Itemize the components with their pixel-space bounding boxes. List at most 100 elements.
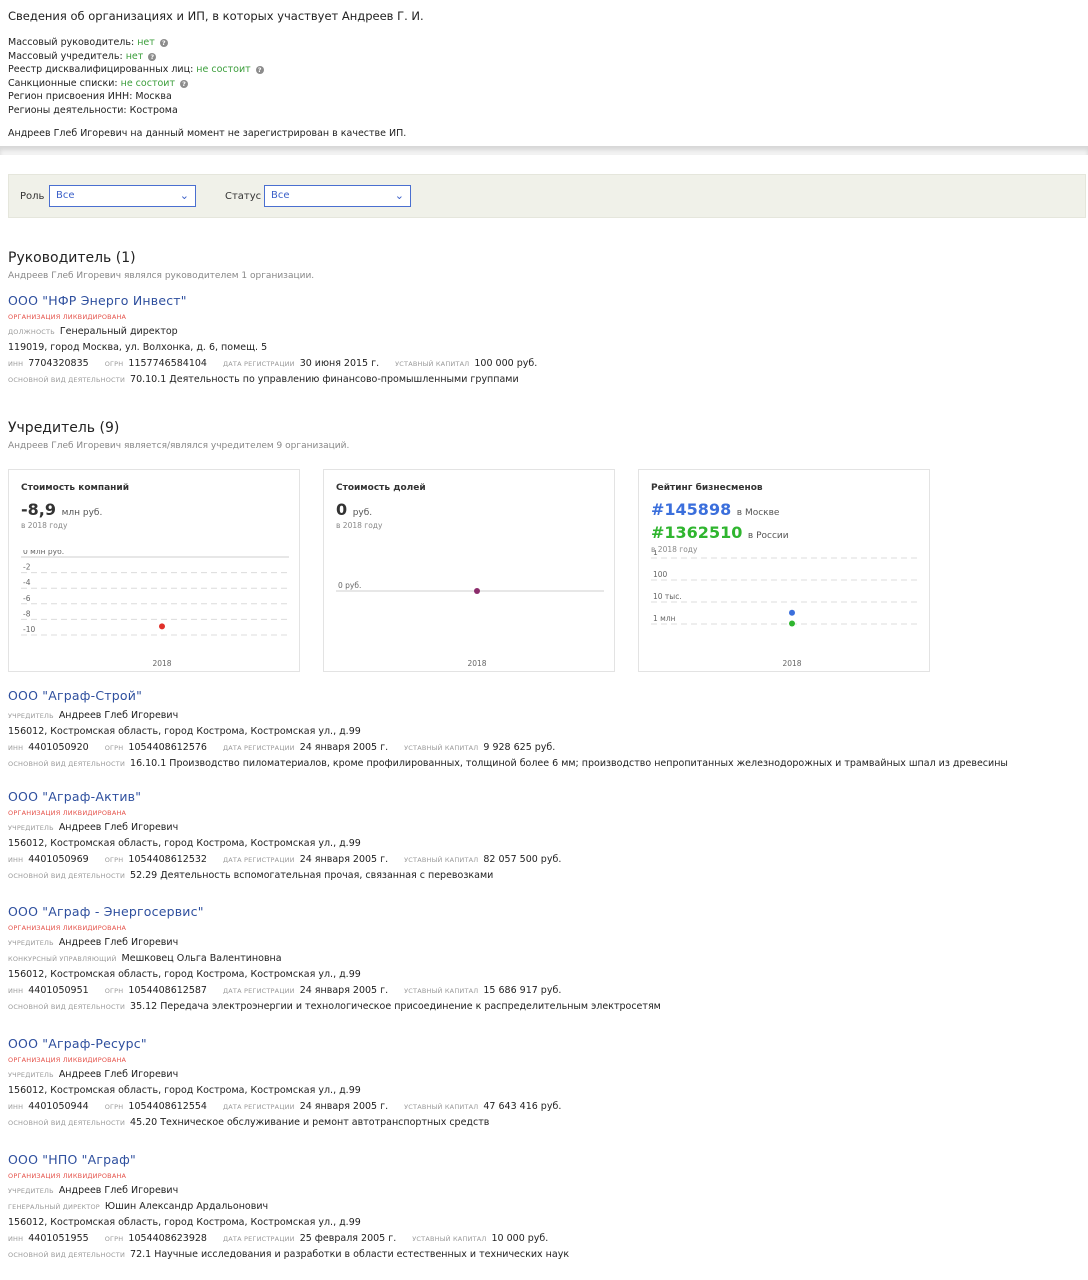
liquidated-badge: ОРГАНИЗАЦИЯ ЛИКВИДИРОВАНА [8,1172,127,1180]
org-card: ООО "НПО "Аграф" ОРГАНИЗАЦИЯ ЛИКВИДИРОВАН… [8,1152,569,1260]
rating-card: Рейтинг бизнесменов #145898 в Москве #13… [638,469,930,672]
tick-label: -4 [23,578,31,587]
liquidated-badge: ОРГАНИЗАЦИЯ ЛИКВИДИРОВАНА [8,1056,127,1064]
card-value: -8,9 млн руб. [21,500,103,519]
fact-value: не состоит [196,64,251,75]
fact-row: Санкционные списки: не состоит? [8,77,1080,91]
org-link[interactable]: ООО "НФР Энерго Инвест" [8,293,1080,308]
person-row: ГЕНЕРАЛЬНЫЙ ДИРЕКТОР Юшин Александр Ардал… [8,1201,269,1212]
requisites-row: ИНН 4401050969 ОГРН 1054408612532 ДАТА РЕГИС… [8,854,562,865]
founder-section-subtitle: Андреев Глеб Игоревич является/являлся у… [8,441,350,451]
org-card: ООО "Аграф-Строй" УЧРЕДИТЕЛЬ Андреев Глеб … [8,688,1008,769]
address-row: 156012, Костромская область, город Костр… [8,726,361,737]
data-point [159,623,165,630]
status-filter-label: Статус [225,191,262,202]
rating-moscow: #145898 в Москве [651,500,780,519]
founder-section: Учредитель (9) Андреев Глеб Игоревич явл… [8,420,1080,451]
facts-list: Массовый руководитель: нет? Массовый учре… [8,36,1080,117]
fact-value: нет [125,50,144,62]
requisites-row: ИНН 4401050920 ОГРН 1054408612576 ДАТА РЕГИС… [8,742,556,753]
help-icon[interactable]: ? [148,52,157,61]
org-card: ООО "Аграф-Ресурс" ОРГАНИЗАЦИЯ ЛИКВИДИРОВ… [8,1036,561,1128]
fact-row: Регионы деятельности: Кострома [8,104,178,116]
companies-value-card: Стоимость компаний -8,9 млн руб. в 2018 … [8,469,300,672]
help-icon[interactable]: ? [180,79,188,88]
manager-section-subtitle: Андреев Глеб Игоревич являлся руководите… [8,271,315,281]
fact-value: не состоит [120,77,175,89]
role-select[interactable]: Все ⌄ [49,185,196,207]
help-icon[interactable]: ? [159,39,168,47]
org-link[interactable]: ООО "Аграф-Строй" [8,688,1008,703]
x-tick-label: 2018 [467,659,486,668]
tick-label: -6 [23,594,31,603]
help-icon[interactable]: ? [255,66,264,74]
person-row: УЧРЕДИТЕЛЬ Андреев Глеб Игоревич [8,1185,179,1196]
tick-label: 1 млн [653,614,676,623]
requisites-row: ИНН 4401051955 ОГРН 1054408623928 ДАТА РЕГИС… [8,1233,549,1244]
card-value: 0 руб. [336,500,373,519]
activity-row: ОСНОВНОЙ ВИД ДЕЯТЕЛЬНОСТИ 52.29 Деятельно… [8,870,494,881]
person-row: УЧРЕДИТЕЛЬ Андреев Глеб Игоревич [8,822,179,833]
tick-label: 100 [653,570,668,579]
liquidated-badge: ОРГАНИЗАЦИЯ ЛИКВИДИРОВАНА [8,924,127,932]
companies-value-chart: 0 млн руб. -2 -4 -6 -8 -10 2018 [21,550,289,668]
requisites-row: ИНН 4401050951 ОГРН 1054408612587 ДАТА РЕГИС… [8,985,562,996]
shares-value-chart: 0 руб. 2018 [336,581,604,668]
org-link[interactable]: ООО "Аграф-Ресурс" [8,1036,561,1051]
card-title: Рейтинг бизнесменов [651,483,763,493]
role-select-value: Все [56,190,75,201]
tick-label: 0 руб. [338,581,361,590]
ip-note: Андреев Глеб Игоревич на данный момент н… [8,128,407,139]
person-summary: Сведения об организациях и ИП, в которых… [0,0,1088,146]
section-divider [0,146,1088,155]
requisites-row: ИНН 4401050944 ОГРН 1054408612554 ДАТА РЕГИС… [8,1101,562,1112]
tick-label: 10 тыс. [653,592,682,601]
status-select-value: Все [271,190,290,201]
activity-row: ОСНОВНОЙ ВИД ДЕЯТЕЛЬНОСТИ 70.10.1 Деятель… [8,374,519,385]
fact-row: Массовый руководитель: нет? [8,36,1080,50]
filter-bar: Роль Все ⌄ Статус Все ⌄ [8,174,1086,218]
manager-org: ООО "НФР Энерго Инвест" ОРГАНИЗАЦИЯ ЛИКВ… [8,293,1080,385]
person-row: УЧРЕДИТЕЛЬ Андреев Глеб Игоревич [8,710,179,721]
chevron-down-icon: ⌄ [394,189,404,202]
requisites-row: ИНН 7704320835 ОГРН 1157746584104 ДАТА РЕГИС… [8,358,538,369]
person-row: УЧРЕДИТЕЛЬ Андреев Глеб Игоревич [8,937,179,948]
tick-label: -2 [23,563,31,572]
card-year-note: в 2018 году [21,521,68,530]
data-point [789,609,795,616]
page-title: Сведения об организациях и ИП, в которых… [8,9,424,23]
data-point [789,620,795,627]
person-row: УЧРЕДИТЕЛЬ Андреев Глеб Игоревич [8,1069,179,1080]
address-row: 156012, Костромская область, город Костр… [8,1085,361,1096]
card-title: Стоимость долей [336,483,426,493]
address-row: 119019, город Москва, ул. Волхонка, д. 6… [8,342,268,353]
x-tick-label: 2018 [152,659,171,668]
card-year-note: в 2018 году [336,521,383,530]
rating-chart: 1 100 10 тыс. 1 млн 2018 [651,550,919,668]
manager-section: Руководитель (1) Андреев Глеб Игоревич я… [8,250,1080,281]
chevron-down-icon: ⌄ [179,189,189,202]
rating-russia: #1362510 в России [651,523,789,542]
fact-row: Регион присвоения ИНН: Москва [8,91,172,102]
role-filter-label: Роль [20,191,45,202]
address-row: 156012, Костромская область, город Костр… [8,1217,361,1228]
status-select[interactable]: Все ⌄ [264,185,411,207]
activity-row: ОСНОВНОЙ ВИД ДЕЯТЕЛЬНОСТИ 45.20 Техническ… [8,1117,490,1128]
fact-value: нет [137,37,155,48]
org-card: ООО "Аграф-Актив" ОРГАНИЗАЦИЯ ЛИКВИДИРОВА… [8,789,561,881]
data-point [474,588,480,594]
liquidated-badge: ОРГАНИЗАЦИЯ ЛИКВИДИРОВАНА [8,809,127,817]
org-card: ООО "Аграф - Энергосервис" ОРГАНИЗАЦИЯ ЛИ… [8,904,661,1012]
founder-section-title: Учредитель (9) [8,420,120,436]
org-link[interactable]: ООО "Аграф-Актив" [8,789,561,804]
org-link[interactable]: ООО "НПО "Аграф" [8,1152,569,1167]
tick-label: -8 [23,609,31,618]
person-row: КОНКУРСНЫЙ УПРАВЛЯЮЩИЙ Мешковец Ольга Вал… [8,953,282,964]
x-tick-label: 2018 [782,659,801,668]
org-link[interactable]: ООО "Аграф - Энергосервис" [8,904,661,919]
address-row: 156012, Костромская область, город Костр… [8,969,361,980]
fact-row: Реестр дисквалифицированных лиц: не сост… [8,63,1080,77]
position-row: ДОЛЖНОСТЬ Генеральный директор [8,326,178,337]
tick-label: 0 млн руб. [23,550,64,556]
address-row: 156012, Костромская область, город Костр… [8,838,361,849]
